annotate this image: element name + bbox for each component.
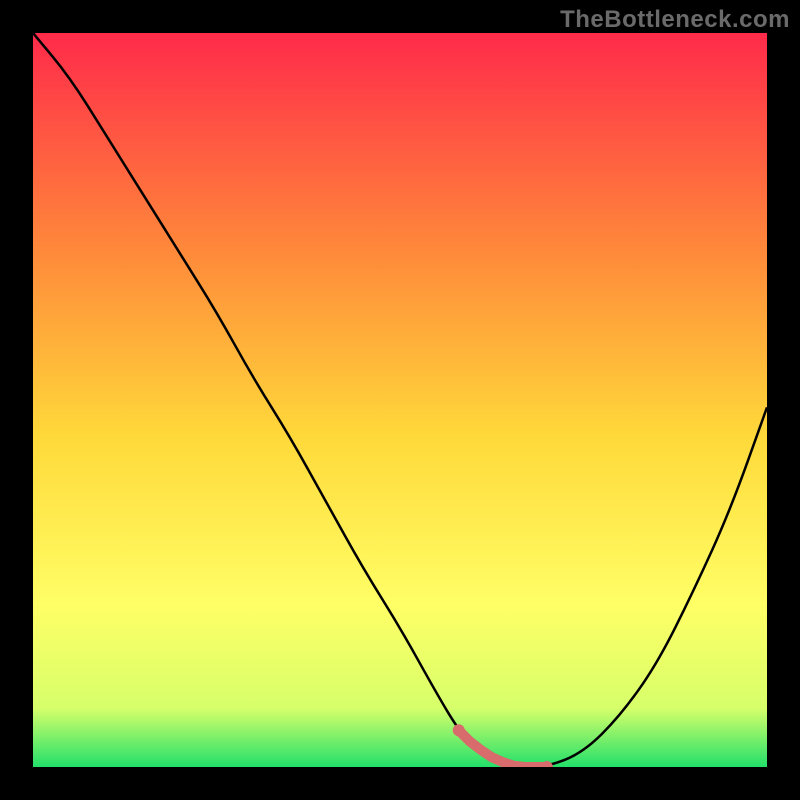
optimal-range-markers xyxy=(33,33,767,767)
watermark-text: TheBottleneck.com xyxy=(560,6,790,34)
chart-frame xyxy=(33,33,767,767)
